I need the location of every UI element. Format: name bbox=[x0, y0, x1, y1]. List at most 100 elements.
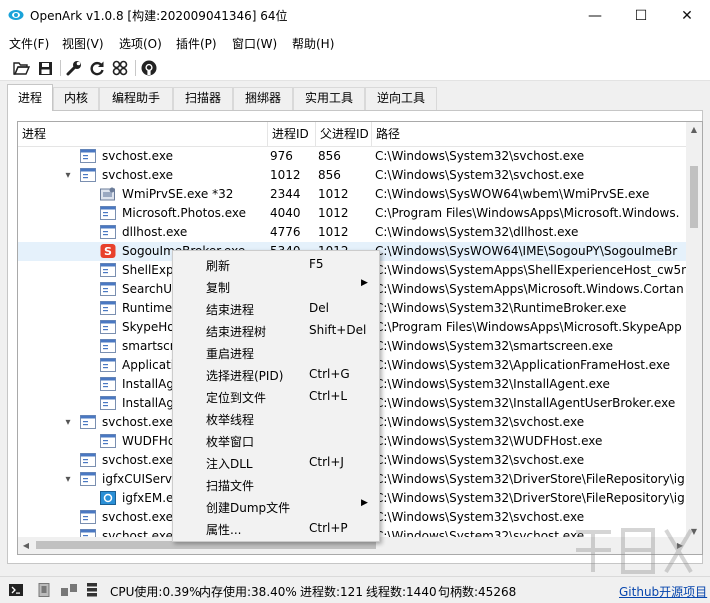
menu-plugins[interactable]: 插件(P) bbox=[176, 35, 217, 52]
column-header-path[interactable]: 路径 bbox=[372, 122, 688, 147]
context-menu-item-refresh[interactable]: 刷新 F5 bbox=[173, 253, 379, 275]
process-name: Runtime bbox=[122, 301, 173, 315]
tab-utilities[interactable]: 实用工具 bbox=[293, 87, 365, 110]
context-menu-item-restart-process[interactable]: 重启进程 bbox=[173, 341, 379, 363]
table-row[interactable]: WmiPrvSE.exe *32 2344 1012 C:\Windows\SysWO… bbox=[18, 185, 688, 204]
process-icon bbox=[80, 453, 96, 467]
context-menu-label: 注入DLL bbox=[206, 457, 253, 471]
process-name: igfxCUIServi bbox=[102, 472, 176, 486]
path-cell: C:\Windows\SysWOW64\IME\SogouPY\SogouIme… bbox=[375, 244, 678, 258]
pid-cell: 4040 bbox=[270, 206, 301, 220]
expand-toggle-icon[interactable]: ▾ bbox=[62, 166, 74, 185]
process-icon bbox=[100, 377, 116, 391]
context-menu-item-inject-dll[interactable]: 注入DLL Ctrl+J bbox=[173, 451, 379, 473]
process-icon: S bbox=[100, 244, 116, 258]
github-link[interactable]: Github开源项目 bbox=[619, 583, 707, 600]
context-menu-item-enum-threads[interactable]: 枚举线程 bbox=[173, 407, 379, 429]
context-menu-item-kill-process-tree[interactable]: 结束进程树 Shift+Del bbox=[173, 319, 379, 341]
context-menu-label: 扫描文件 bbox=[206, 479, 255, 493]
process-name: svchost.exe bbox=[102, 168, 173, 182]
context-menu-item-copy[interactable]: 复制 ▶ bbox=[173, 275, 379, 297]
path-cell: C:\Windows\System32\ApplicationFrameHost… bbox=[375, 358, 670, 372]
vertical-scrollbar[interactable]: ▲ ▼ bbox=[686, 122, 702, 539]
path-cell: C:\Windows\System32\WUDFHost.exe bbox=[375, 434, 603, 448]
pid-cell: 2344 bbox=[270, 187, 301, 201]
process-name: svchost.exe bbox=[102, 415, 173, 429]
minimize-button[interactable]: — bbox=[572, 0, 618, 31]
path-cell: C:\Windows\System32\dllhost.exe bbox=[375, 225, 579, 239]
scroll-up-arrow-icon[interactable]: ▲ bbox=[686, 125, 702, 134]
process-icon bbox=[100, 339, 116, 353]
menu-file[interactable]: 文件(F) bbox=[9, 35, 49, 52]
wrench-icon[interactable] bbox=[64, 58, 84, 78]
maximize-button[interactable]: ☐ bbox=[618, 0, 664, 31]
expand-toggle-icon[interactable]: ▾ bbox=[62, 413, 74, 432]
table-row[interactable]: ▾ svchost.exe 1012 856 C:\Windows\System32\s… bbox=[18, 166, 688, 185]
grid-icon[interactable] bbox=[110, 58, 130, 78]
handle-count: 句柄数:45268 bbox=[438, 585, 517, 599]
process-icon bbox=[100, 358, 116, 372]
process-name: svchost.exe bbox=[102, 453, 173, 467]
context-menu-item-select-pid[interactable]: 选择进程(PID) Ctrl+G bbox=[173, 363, 379, 385]
tab-coder-kit[interactable]: 编程助手 bbox=[99, 87, 173, 110]
menu-help[interactable]: 帮助(H) bbox=[292, 35, 334, 52]
table-row[interactable]: svchost.exe 976 856 C:\Windows\System32\svc… bbox=[18, 147, 688, 166]
path-cell: C:\Windows\SystemApps\Microsoft.Windows.… bbox=[375, 282, 684, 296]
menu-options[interactable]: 选项(O) bbox=[119, 35, 162, 52]
context-menu-item-enum-windows[interactable]: 枚举窗口 bbox=[173, 429, 379, 451]
path-cell: C:\Program Files\WindowsApps\Microsoft.S… bbox=[375, 320, 682, 334]
ppid-cell: 1012 bbox=[318, 206, 349, 220]
ppid-cell: 856 bbox=[318, 168, 341, 182]
table-row[interactable]: Microsoft.Photos.exe 4040 1012 C:\Program F… bbox=[18, 204, 688, 223]
tab-scanner[interactable]: 扫描器 bbox=[173, 87, 233, 110]
process-icon bbox=[100, 187, 116, 201]
tree-header: 进程 进程ID 父进程ID 路径 bbox=[18, 122, 688, 147]
github-icon[interactable] bbox=[139, 58, 159, 78]
tab-kernel[interactable]: 内核 bbox=[53, 87, 99, 110]
context-menu-item-locate-file[interactable]: 定位到文件 Ctrl+L bbox=[173, 385, 379, 407]
refresh-icon[interactable] bbox=[87, 58, 107, 78]
tab-bar: 进程 内核 编程助手 扫描器 捆绑器 实用工具 逆向工具 bbox=[0, 84, 710, 111]
tab-bundler[interactable]: 捆绑器 bbox=[233, 87, 293, 110]
path-cell: C:\Windows\System32\smartscreen.exe bbox=[375, 339, 614, 353]
process-icon bbox=[100, 491, 116, 505]
pid-cell: 4776 bbox=[270, 225, 301, 239]
path-cell: C:\Windows\SysWOW64\wbem\WmiPrvSE.exe bbox=[375, 187, 650, 201]
context-menu-shortcut: Ctrl+G bbox=[309, 367, 350, 381]
process-icon bbox=[80, 415, 96, 429]
save-icon[interactable] bbox=[35, 58, 55, 78]
context-menu-item-scan-file[interactable]: 扫描文件 bbox=[173, 473, 379, 495]
table-row[interactable]: dllhost.exe 4776 1012 C:\Windows\System32\d… bbox=[18, 223, 688, 242]
expand-toggle-icon[interactable]: ▾ bbox=[62, 470, 74, 489]
submenu-arrow-icon: ▶ bbox=[361, 498, 368, 508]
close-button[interactable]: ✕ bbox=[664, 0, 710, 31]
horizontal-scroll-thumb[interactable] bbox=[36, 541, 376, 549]
tab-process[interactable]: 进程 bbox=[7, 84, 53, 111]
column-header-ppid[interactable]: 父进程ID bbox=[316, 122, 372, 147]
process-name: WmiPrvSE.exe *32 bbox=[122, 187, 234, 201]
process-icon bbox=[100, 396, 116, 410]
disk-icon[interactable] bbox=[84, 582, 100, 598]
network-icon[interactable] bbox=[61, 582, 77, 598]
vertical-scroll-thumb[interactable] bbox=[690, 166, 698, 228]
process-name: svchost.exe bbox=[102, 149, 173, 163]
path-cell: C:\Program Files\WindowsApps\Microsoft.W… bbox=[375, 206, 680, 220]
context-menu-label: 选择进程(PID) bbox=[206, 369, 284, 383]
column-header-pid[interactable]: 进程ID bbox=[268, 122, 316, 147]
menu-bar: 文件(F) 视图(V) 选项(O) 插件(P) 窗口(W) 帮助(H) bbox=[0, 31, 710, 54]
process-icon bbox=[100, 282, 116, 296]
console-icon[interactable] bbox=[8, 582, 24, 598]
menu-window[interactable]: 窗口(W) bbox=[232, 35, 277, 52]
tab-reverse[interactable]: 逆向工具 bbox=[365, 87, 437, 110]
process-name: WUDFHo bbox=[122, 434, 176, 448]
memory-usage: 内存使用:38.40% bbox=[199, 585, 297, 599]
scroll-left-arrow-icon[interactable]: ◀ bbox=[18, 541, 34, 550]
column-header-process[interactable]: 进程 bbox=[18, 122, 268, 147]
memory-icon[interactable] bbox=[36, 582, 52, 598]
context-menu-item-create-dump[interactable]: 创建Dump文件 ▶ bbox=[173, 495, 379, 517]
menu-view[interactable]: 视图(V) bbox=[62, 35, 104, 52]
process-name: Microsoft.Photos.exe bbox=[122, 206, 247, 220]
context-menu-item-properties[interactable]: 属性... Ctrl+P bbox=[173, 517, 379, 539]
open-folder-icon[interactable] bbox=[11, 58, 31, 78]
context-menu-item-kill-process[interactable]: 结束进程 Del bbox=[173, 297, 379, 319]
